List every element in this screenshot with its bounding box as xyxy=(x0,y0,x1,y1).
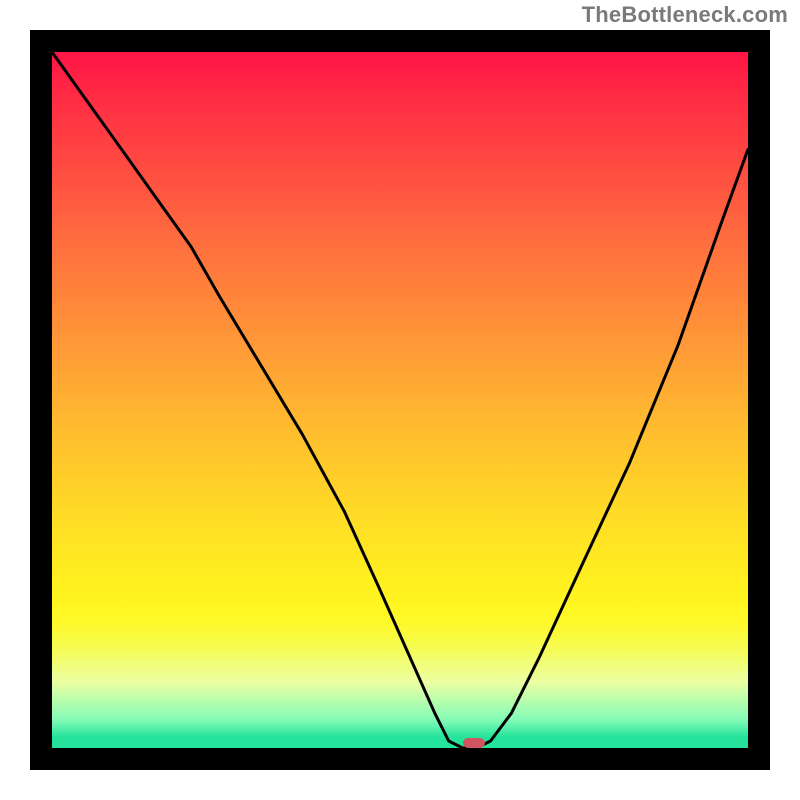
watermark-text: TheBottleneck.com xyxy=(582,2,788,28)
chart-frame: TheBottleneck.com xyxy=(0,0,800,800)
bottleneck-curve xyxy=(52,52,748,748)
optimum-marker xyxy=(463,738,485,748)
plot-area xyxy=(30,30,770,770)
